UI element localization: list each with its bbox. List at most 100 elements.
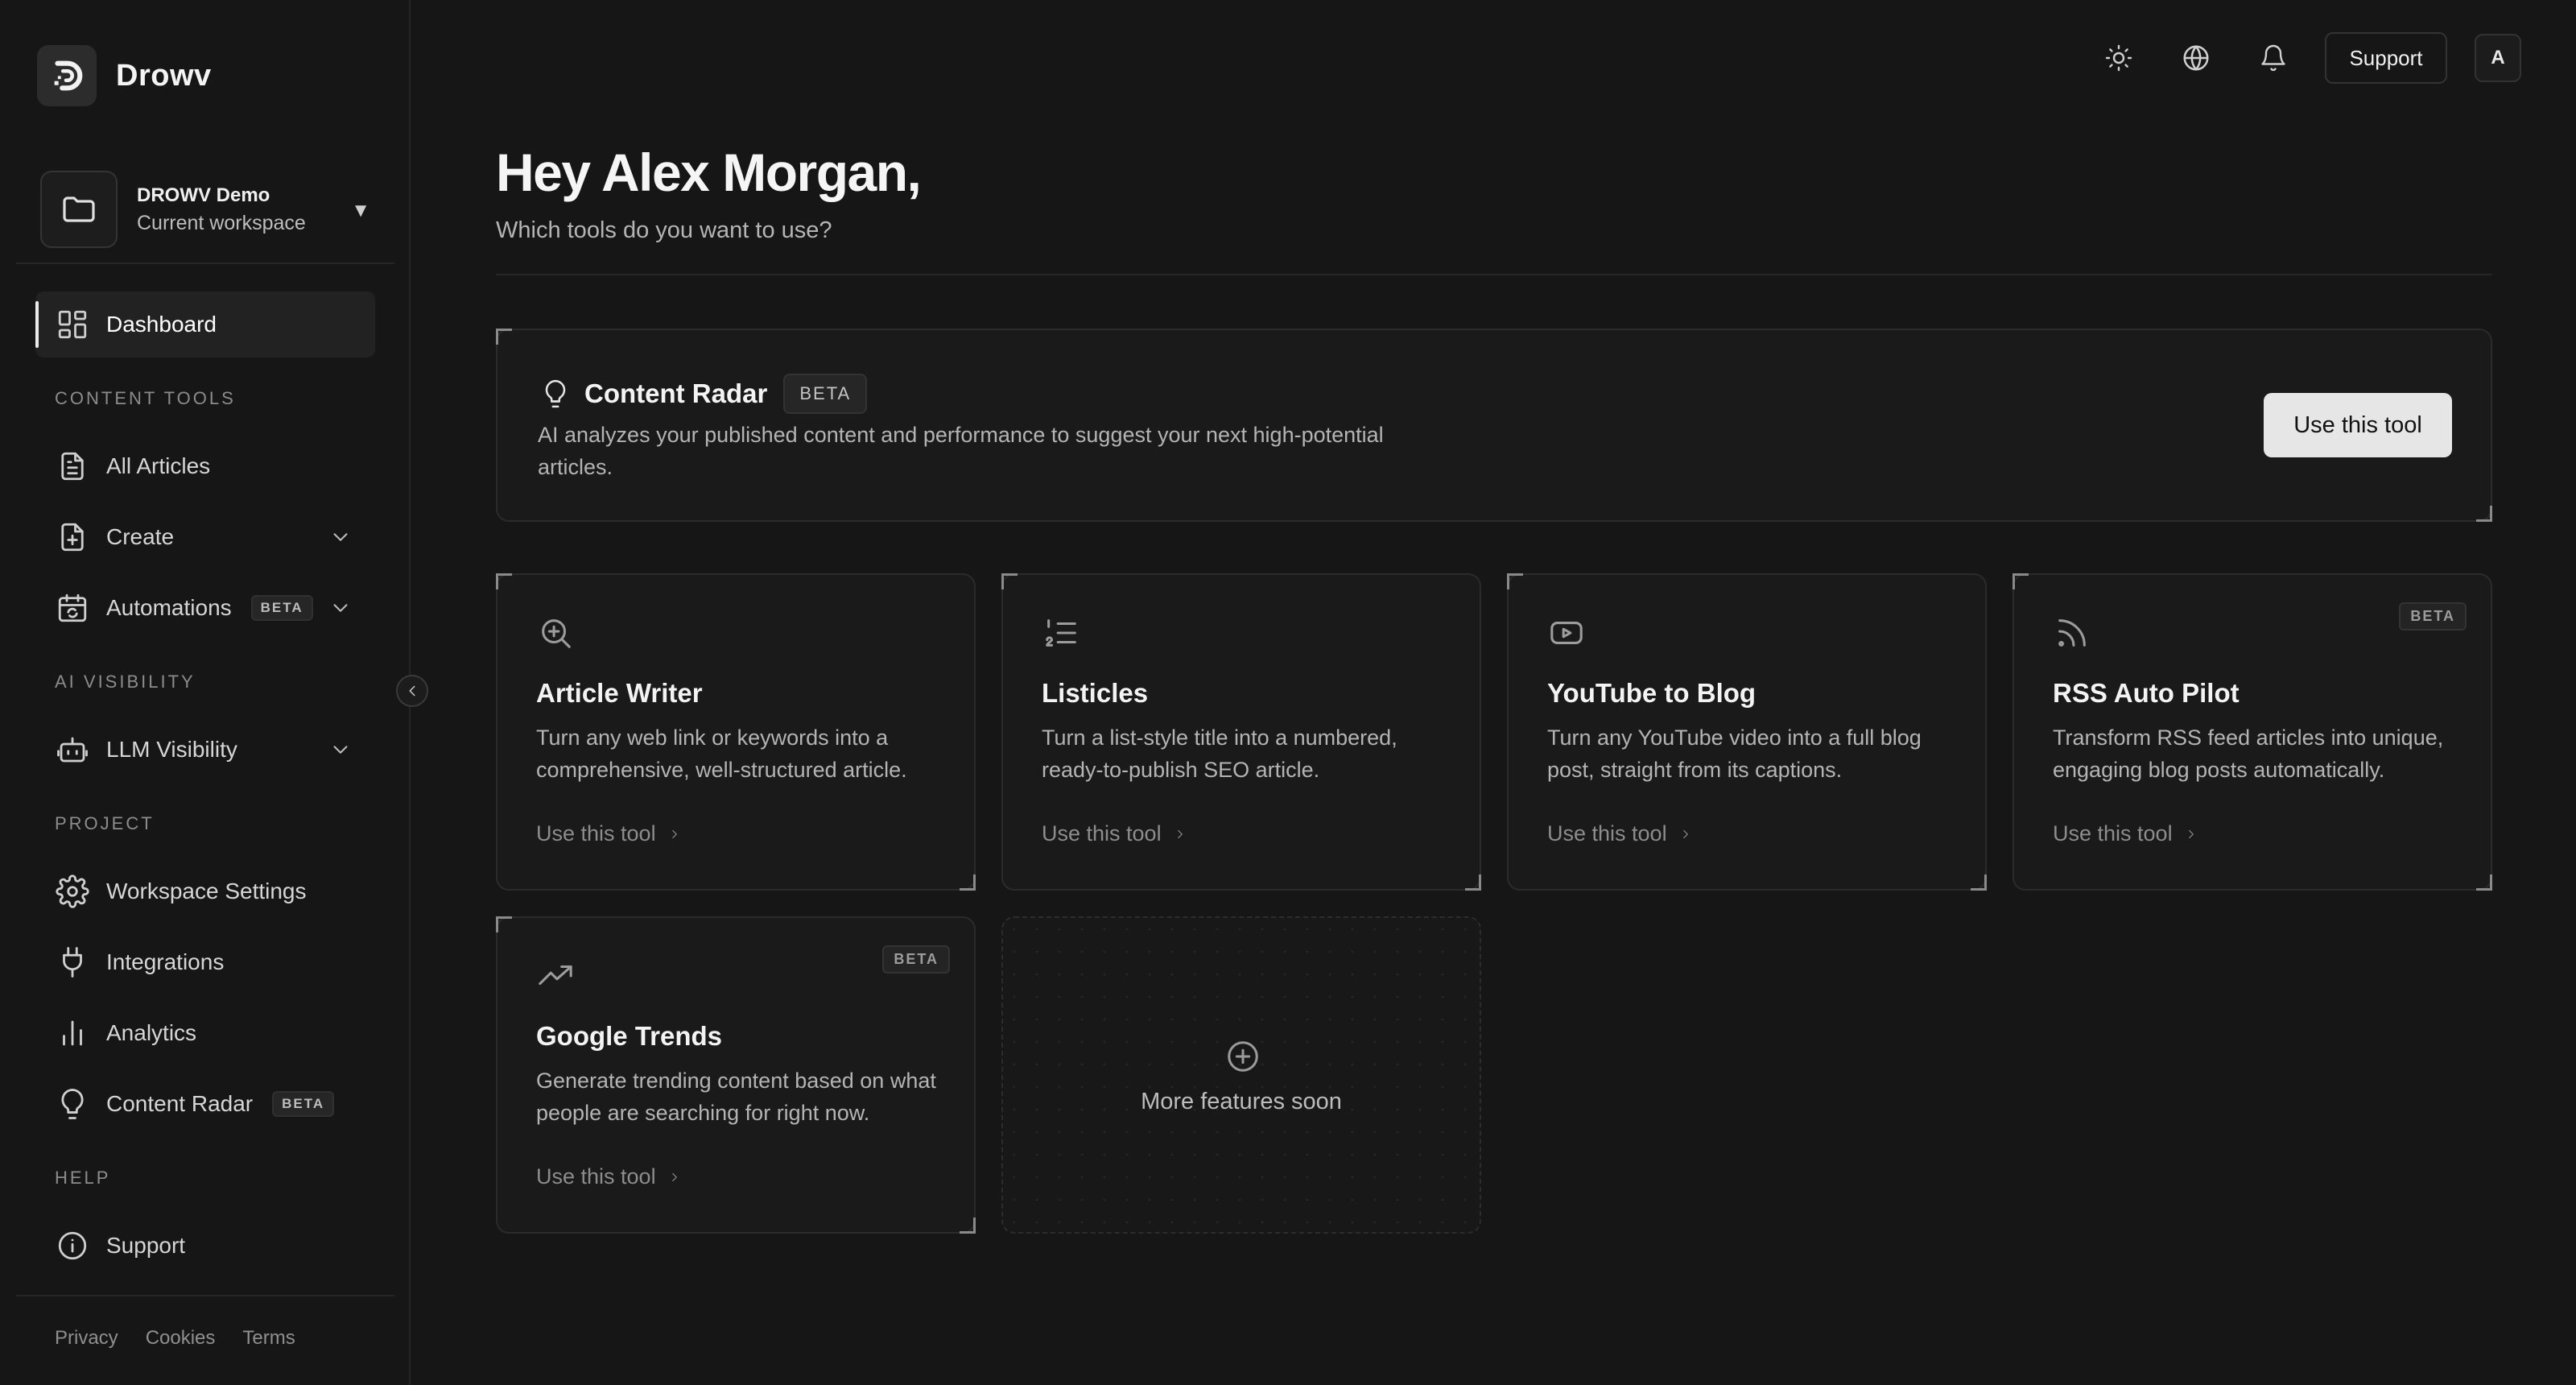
sidebar-item-llm-visibility[interactable]: LLM Visibility bbox=[35, 717, 375, 783]
lightbulb-icon bbox=[55, 1086, 90, 1122]
tool-title: Listicles bbox=[1042, 678, 1149, 708]
chevron-down-icon[interactable] bbox=[328, 738, 353, 762]
sidebar-item-dashboard[interactable]: Dashboard bbox=[35, 291, 375, 358]
dashboard-icon bbox=[55, 307, 90, 342]
chevron-right-icon bbox=[671, 829, 677, 838]
footer-links: Privacy Cookies Terms bbox=[55, 1327, 295, 1350]
beta-badge: BETA bbox=[250, 595, 313, 621]
section-label-content-tools: CONTENT TOOLS bbox=[55, 388, 236, 408]
tool-card-rss-auto-pilot[interactable]: BETA RSS Auto Pilot Transform RSS feed a… bbox=[2013, 573, 2492, 891]
chevron-right-icon bbox=[2188, 829, 2194, 838]
coming-soon-label: More features soon bbox=[1141, 1089, 1342, 1114]
use-tool-label: Use this tool bbox=[1042, 821, 1162, 845]
sidebar: Drowv DROWV Demo Current workspace ▼ Das… bbox=[0, 0, 428, 1385]
sidebar-item-integrations[interactable]: Integrations bbox=[35, 929, 375, 995]
card-corner-accent bbox=[496, 573, 512, 589]
section-label-project: PROJECT bbox=[55, 813, 155, 833]
use-tool-link[interactable]: Use this tool bbox=[2053, 821, 2198, 846]
beta-badge: BETA bbox=[2399, 602, 2467, 630]
youtube-play-icon bbox=[1547, 614, 1586, 652]
chevron-right-icon bbox=[671, 1172, 677, 1181]
tool-card-youtube-to-blog[interactable]: YouTube to Blog Turn any YouTube video i… bbox=[1507, 573, 1987, 891]
search-zoom-icon bbox=[536, 614, 575, 652]
folder-icon bbox=[40, 171, 118, 248]
sidebar-item-label: Dashboard bbox=[106, 312, 217, 337]
card-corner-accent bbox=[2476, 506, 2492, 522]
use-tool-link[interactable]: Use this tool bbox=[1042, 821, 1187, 846]
caret-down-icon: ▼ bbox=[351, 200, 370, 221]
workspace-name: DROWV Demo bbox=[137, 184, 270, 206]
tool-description: Turn any YouTube video into a full blog … bbox=[1547, 726, 1922, 782]
tool-card-google-trends[interactable]: BETA Google Trends Generate trending con… bbox=[496, 916, 976, 1234]
avatar[interactable]: A bbox=[2475, 34, 2521, 82]
brand[interactable]: Drowv bbox=[37, 45, 212, 106]
gear-icon bbox=[55, 874, 90, 909]
theme-toggle-sun-icon[interactable] bbox=[2101, 40, 2136, 76]
sidebar-item-create[interactable]: Create bbox=[35, 504, 375, 570]
section-label-ai-visibility: AI VISIBILITY bbox=[55, 672, 196, 692]
tool-card-article-writer[interactable]: Article Writer Turn any web link or keyw… bbox=[496, 573, 976, 891]
chevron-down-icon[interactable] bbox=[328, 525, 353, 549]
collapse-sidebar-button[interactable] bbox=[396, 675, 428, 707]
robot-icon bbox=[55, 732, 90, 767]
support-button[interactable]: Support bbox=[2325, 32, 2447, 84]
tool-card-listicles[interactable]: Listicles Turn a list-style title into a… bbox=[1001, 573, 1481, 891]
card-corner-accent bbox=[496, 916, 512, 932]
tool-title: YouTube to Blog bbox=[1547, 678, 1757, 708]
content-radar-description: AI analyzes your published content and p… bbox=[538, 423, 1384, 479]
use-tool-link[interactable]: Use this tool bbox=[536, 1164, 682, 1189]
sidebar-item-label: Support bbox=[106, 1233, 186, 1258]
tool-description: Turn any web link or keywords into a com… bbox=[536, 726, 907, 782]
sidebar-item-workspace-settings[interactable]: Workspace Settings bbox=[35, 858, 375, 924]
use-tool-label: Use this tool bbox=[536, 1164, 656, 1189]
sidebar-item-automations[interactable]: Automations BETA bbox=[35, 575, 375, 641]
sidebar-item-label: LLM Visibility bbox=[106, 737, 237, 762]
lightbulb-icon bbox=[538, 376, 573, 411]
sidebar-item-label: Workspace Settings bbox=[106, 879, 307, 903]
numbered-list-icon bbox=[1042, 614, 1080, 652]
beta-badge: BETA bbox=[882, 945, 950, 974]
card-corner-accent bbox=[2013, 573, 2029, 589]
tool-title: RSS Auto Pilot bbox=[2053, 678, 2240, 708]
sidebar-item-label: Create bbox=[106, 524, 175, 549]
main-divider bbox=[496, 274, 2492, 275]
beta-badge: BETA bbox=[783, 374, 868, 414]
cookies-link[interactable]: Cookies bbox=[146, 1327, 216, 1350]
use-tool-label: Use this tool bbox=[1547, 821, 1667, 845]
section-label-help: HELP bbox=[55, 1168, 111, 1188]
privacy-link[interactable]: Privacy bbox=[55, 1327, 118, 1350]
sidebar-item-analytics[interactable]: Analytics bbox=[35, 1000, 375, 1066]
workspace-switcher[interactable]: DROWV Demo Current workspace ▼ bbox=[40, 169, 370, 250]
sidebar-item-label: Content Radar bbox=[106, 1091, 254, 1116]
sidebar-item-label: All Articles bbox=[106, 453, 211, 478]
page-title: Hey Alex Morgan, bbox=[496, 143, 922, 202]
chevron-down-icon[interactable] bbox=[328, 596, 353, 620]
sidebar-divider bbox=[16, 1295, 394, 1296]
trending-up-icon bbox=[536, 957, 575, 995]
terms-link[interactable]: Terms bbox=[242, 1327, 295, 1350]
bell-icon[interactable] bbox=[2256, 40, 2291, 76]
sidebar-item-support[interactable]: Support bbox=[35, 1213, 375, 1279]
beta-badge: BETA bbox=[272, 1091, 335, 1117]
plug-icon bbox=[55, 945, 90, 980]
use-tool-link[interactable]: Use this tool bbox=[1547, 821, 1693, 846]
content-radar-card: Content Radar BETA AI analyzes your publ… bbox=[496, 329, 2492, 522]
chevron-right-icon bbox=[1177, 829, 1183, 838]
sidebar-item-content-radar[interactable]: Content Radar BETA bbox=[35, 1071, 375, 1137]
globe-icon[interactable] bbox=[2178, 40, 2214, 76]
use-content-radar-button[interactable]: Use this tool bbox=[2264, 393, 2452, 457]
use-tool-label: Use this tool bbox=[536, 821, 656, 845]
card-corner-accent bbox=[496, 329, 512, 345]
sidebar-item-label: Analytics bbox=[106, 1020, 197, 1045]
chevron-left-icon bbox=[409, 685, 415, 697]
document-icon bbox=[55, 449, 90, 484]
sidebar-item-all-articles[interactable]: All Articles bbox=[35, 433, 375, 499]
use-tool-link[interactable]: Use this tool bbox=[536, 821, 682, 846]
bar-chart-icon bbox=[55, 1015, 90, 1051]
chevron-right-icon bbox=[1682, 829, 1688, 838]
workspace-subtitle: Current workspace bbox=[137, 211, 306, 234]
rss-icon bbox=[2053, 614, 2091, 652]
sidebar-divider bbox=[16, 263, 394, 264]
content-radar-title: Content Radar bbox=[584, 378, 768, 408]
card-corner-accent bbox=[1507, 573, 1523, 589]
